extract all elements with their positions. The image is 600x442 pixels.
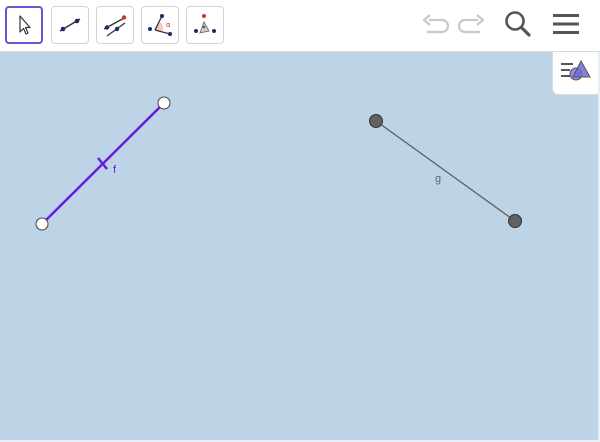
style-bar-toggle-icon <box>559 58 593 89</box>
graphics-view[interactable]: f g <box>0 52 598 440</box>
perpendicular-line-tool-button[interactable] <box>96 6 134 44</box>
svg-text:α: α <box>166 21 171 29</box>
perpendicular-line-icon <box>101 11 129 39</box>
segment-g-label: g <box>435 173 442 185</box>
segment-g[interactable] <box>375 120 516 222</box>
point-f-start[interactable] <box>35 217 49 231</box>
toolbar: α <box>0 0 600 52</box>
line-icon <box>56 11 84 39</box>
search-button[interactable] <box>502 10 534 42</box>
reflect-tool-button[interactable] <box>186 6 224 44</box>
undo-button[interactable] <box>419 10 451 42</box>
segment-f-label: f <box>113 164 117 176</box>
style-bar-toggle-button[interactable] <box>552 52 598 95</box>
point-f-end[interactable] <box>157 96 171 110</box>
graphics-canvas[interactable] <box>0 52 598 440</box>
redo-icon <box>457 12 487 41</box>
redo-button[interactable] <box>456 10 488 42</box>
point-g-end[interactable] <box>508 214 522 228</box>
reflect-icon <box>191 11 219 39</box>
undo-icon <box>420 12 450 41</box>
menu-button[interactable] <box>550 10 582 42</box>
line-tool-button[interactable] <box>51 6 89 44</box>
angle-tool-button[interactable]: α <box>141 6 179 44</box>
hamburger-menu-icon <box>551 11 581 42</box>
point-g-start[interactable] <box>369 114 383 128</box>
move-arrow-icon <box>12 13 36 37</box>
search-icon <box>503 9 533 44</box>
move-tool-button[interactable] <box>5 6 43 44</box>
angle-icon: α <box>146 11 174 39</box>
